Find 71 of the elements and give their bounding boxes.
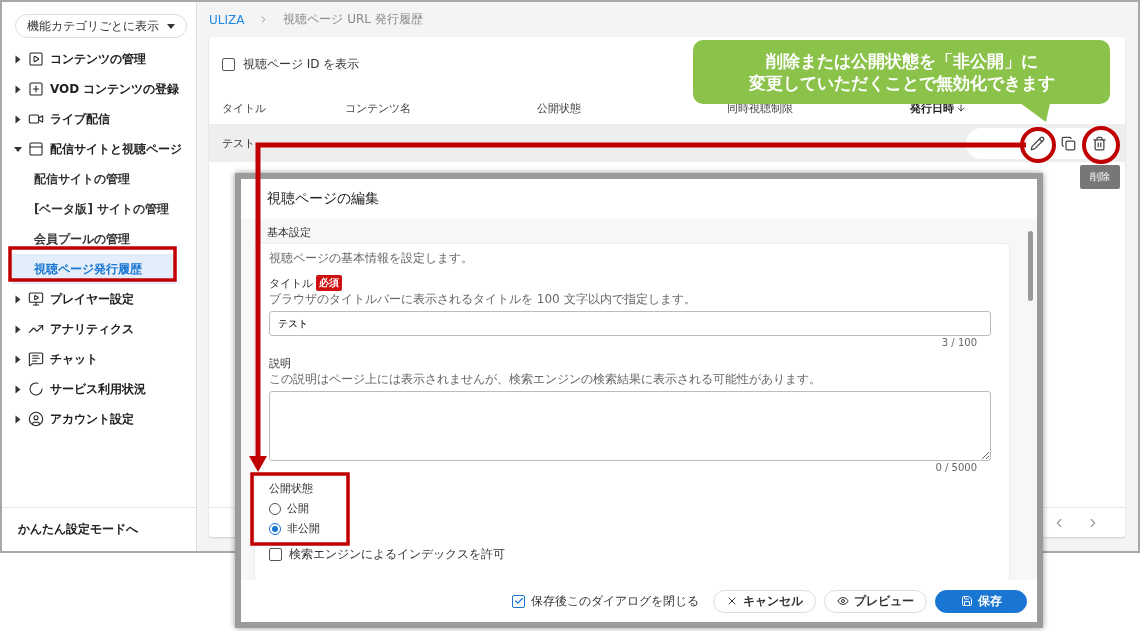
checkbox-label: 視聴ページ ID を表示: [243, 56, 360, 73]
radio-label: 公開: [287, 501, 309, 516]
caret-icon: [15, 115, 21, 123]
monitor-play-icon: [28, 291, 44, 307]
checkbox-label: 検索エンジンによるインデックスを許可: [289, 546, 505, 563]
caret-icon: [15, 325, 21, 333]
checkbox[interactable]: [269, 548, 282, 561]
save-button[interactable]: 保存: [935, 589, 1027, 613]
caret-icon: [15, 55, 21, 63]
save-icon: [960, 595, 973, 607]
sidebar-item[interactable]: サービス利用状況: [2, 374, 196, 404]
column-header[interactable]: コンテンツ名: [345, 100, 537, 116]
message-icon: [28, 351, 44, 367]
caret-icon: [15, 355, 21, 363]
caret-icon: [167, 23, 175, 29]
intro-text: 視聴ページの基本情報を設定します。: [269, 250, 474, 267]
preview-button[interactable]: プレビュー: [824, 589, 927, 613]
sidebar-item[interactable]: チャット: [2, 344, 196, 374]
title-input[interactable]: テスト: [269, 311, 991, 336]
field-label: 説明: [269, 356, 291, 371]
sidebar-item[interactable]: アナリティクス: [2, 314, 196, 344]
callout-text: 削除または公開状態を「非公開」に: [765, 49, 1038, 72]
sidebar-subitem[interactable]: 配信サイトの管理: [12, 164, 176, 194]
column-header[interactable]: タイトル: [222, 100, 345, 116]
breadcrumb-item: 視聴ページ URL 発行履歴: [283, 11, 423, 28]
plus-square-icon: [28, 81, 44, 97]
simple-mode-link[interactable]: かんたん設定モードへ: [18, 521, 138, 538]
sidebar-item[interactable]: プレイヤー設定: [2, 284, 196, 314]
view-selector[interactable]: 機能カテゴリごとに表示: [15, 14, 187, 38]
field-hint: この説明はページ上には表示されませんが、検索エンジンの検索結果に表示される可能性があります。: [269, 371, 822, 388]
section-title: 基本設定: [267, 225, 312, 240]
highlight-circle: [1082, 126, 1120, 164]
close-icon: [726, 595, 738, 607]
caret-icon: [15, 385, 21, 393]
play-square-icon: [28, 51, 44, 67]
video-camera-icon: [28, 111, 44, 127]
sidebar-item[interactable]: 配信サイトと視聴ページ: [2, 134, 196, 164]
eye-icon: [837, 595, 849, 607]
sidebar-item[interactable]: アカウント設定: [2, 404, 196, 434]
scrollbar[interactable]: [1028, 231, 1033, 301]
caret-icon: [15, 295, 21, 303]
caret-icon: [14, 146, 22, 152]
table-cell-text: テスト: [222, 135, 256, 151]
highlight-circle: [1020, 127, 1056, 163]
sidebar-subitem[interactable]: 会員プールの管理: [12, 224, 176, 254]
caret-icon: [15, 415, 21, 423]
radio-label: 非公開: [287, 521, 320, 536]
user-circle-icon: [28, 411, 44, 427]
required-badge: 必須: [316, 275, 342, 291]
char-counter: 3 / 100: [940, 337, 978, 348]
checkbox-label: 保存後このダイアログを閉じる: [531, 592, 699, 610]
sidebar-item[interactable]: VOD コンテンツの登録: [2, 74, 196, 104]
dialog-title: 視聴ページの編集: [266, 189, 380, 208]
field-hint: ブラウザのタイトルバーに表示されるタイトルを 100 文字以内で指定します。: [269, 291, 697, 308]
checkbox[interactable]: [512, 594, 525, 608]
char-counter: 0 / 5000: [934, 462, 978, 473]
tooltip: 削除: [1080, 165, 1120, 189]
sidebar-item[interactable]: コンテンツの管理: [2, 44, 196, 74]
field-label: 公開状態: [269, 481, 313, 496]
column-header[interactable]: 公開状態: [537, 100, 727, 116]
caret-icon: [15, 85, 21, 93]
circle-loader-icon: [28, 381, 44, 397]
field-label: タイトル: [269, 275, 313, 291]
checkbox[interactable]: [222, 58, 235, 71]
cancel-button[interactable]: キャンセル: [713, 589, 816, 613]
sidebar-subitem[interactable]: [ベータ版] サイトの管理: [12, 194, 176, 224]
sidebar-item[interactable]: ライブ配信: [2, 104, 196, 134]
description-input[interactable]: [269, 391, 991, 461]
panel-icon: [28, 141, 44, 157]
callout-text: 変更していただくことで無効化できます: [748, 72, 1055, 95]
sort-arrow-icon: [956, 103, 966, 113]
